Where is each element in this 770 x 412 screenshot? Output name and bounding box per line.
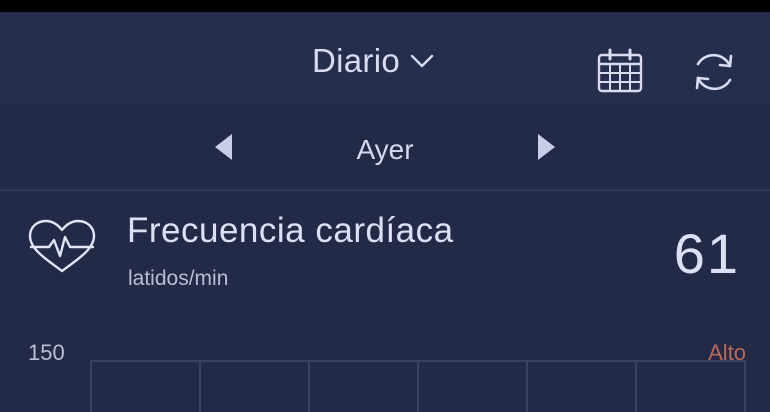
grid-line	[90, 362, 92, 412]
heart-rate-icon	[28, 219, 96, 273]
date-label: Ayer	[356, 134, 414, 165]
view-selector-label: Diario	[312, 42, 400, 79]
heart-rate-chart: 150 Alto	[0, 330, 770, 412]
sync-button[interactable]	[689, 48, 739, 96]
y-axis-max-label: 150	[28, 340, 65, 365]
chart-grid	[90, 360, 746, 412]
grid-line	[744, 362, 746, 412]
view-selector-dropdown[interactable]: Diario	[312, 42, 434, 80]
status-bar	[0, 0, 770, 12]
grid-line	[526, 362, 528, 412]
metric-value: 61	[673, 222, 740, 285]
heart-rate-summary: Frecuencia cardíaca latidos/min 61	[0, 191, 770, 301]
grid-line	[308, 362, 310, 412]
sync-icon	[695, 53, 733, 91]
top-bar: Diario	[0, 12, 770, 104]
grid-line	[417, 362, 419, 412]
next-day-button[interactable]	[536, 134, 556, 165]
calendar-icon	[597, 48, 643, 93]
metric-title: Frecuencia cardíaca	[127, 211, 454, 250]
date-navigator: Ayer	[0, 104, 770, 190]
chevron-down-icon	[410, 54, 434, 68]
calendar-button[interactable]	[596, 48, 644, 94]
metric-unit: latidos/min	[128, 267, 229, 290]
grid-line	[635, 362, 637, 412]
grid-line	[199, 362, 201, 412]
triangle-right-icon	[538, 134, 555, 160]
